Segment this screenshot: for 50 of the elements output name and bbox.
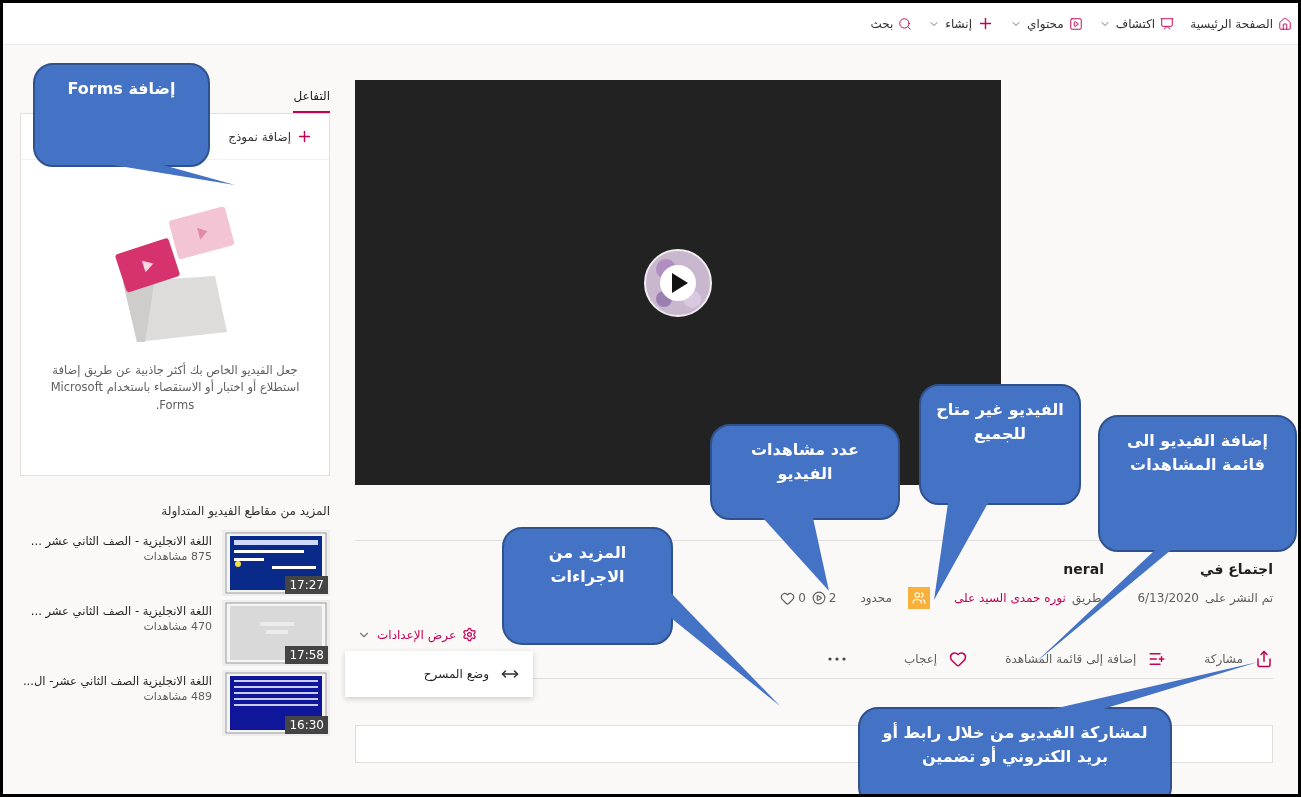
playlist-button[interactable]: إضافة إلى قائمة المشاهدة bbox=[1005, 650, 1167, 668]
more-button[interactable] bbox=[827, 657, 846, 661]
view-count: 875 مشاهدات bbox=[142, 550, 212, 563]
presentation-icon bbox=[1160, 16, 1175, 31]
duration-label: 17:27 bbox=[285, 576, 328, 594]
like-button[interactable]: إعجاب bbox=[903, 650, 968, 668]
video-link[interactable]: اللغة الانجليزية - الصف الثاني عشر ... bbox=[30, 534, 212, 548]
video-link[interactable]: اللغة الانجليزية - الصف الثاني عشر ... bbox=[30, 604, 212, 618]
view-settings-button[interactable]: عرض الإعدادات bbox=[355, 625, 480, 644]
author-link[interactable]: نوره حمدى السيد على bbox=[954, 591, 1066, 605]
plus-icon bbox=[296, 128, 313, 145]
like-count: 0 bbox=[798, 591, 806, 605]
restricted-badge bbox=[908, 587, 931, 609]
add-form-button[interactable]: إضافة نموذج bbox=[222, 127, 319, 146]
video-link[interactable]: اللغة الانجليزية الصف الثاني عشر- ال... bbox=[22, 674, 212, 688]
video-title: neral bbox=[1063, 561, 1104, 577]
search-icon bbox=[898, 16, 913, 31]
video-title: اجتماع في bbox=[1200, 561, 1273, 577]
posted-by-label: طريق bbox=[1071, 591, 1102, 605]
annotation-tooltip: المزيد من الاجراءات bbox=[502, 527, 673, 645]
nav-link[interactable]: محتواي bbox=[1010, 16, 1083, 31]
duration-label: 17:58 bbox=[285, 646, 328, 664]
play-circle-icon bbox=[811, 591, 826, 605]
posted-date: 6/13/2020 bbox=[1137, 591, 1199, 605]
video-icon bbox=[1068, 16, 1083, 31]
duration-label: 16:30 bbox=[285, 716, 328, 734]
nav-link[interactable]: بحث bbox=[870, 16, 913, 31]
annotation-tooltip: إضافة الفيديو الى قائمة المشاهدات bbox=[1098, 415, 1297, 552]
nav-link[interactable]: إنشاء bbox=[928, 15, 994, 32]
annotation-tooltip: الفيديو غير متاح للجميع bbox=[919, 384, 1081, 505]
privacy-label: محدود bbox=[860, 591, 893, 605]
forms-description: جعل الفيديو الخاص بك أكثر جاذبية عن طريق إضافة استطلاع أو اختبار أو الاستقصاء باستخدام Microsoft Forms. bbox=[49, 362, 301, 414]
view-count: 489 مشاهدات bbox=[142, 690, 212, 703]
play-button[interactable] bbox=[644, 248, 712, 317]
share-button[interactable]: مشاركة bbox=[1204, 650, 1273, 668]
settings-icon bbox=[462, 627, 478, 642]
share-icon bbox=[1255, 650, 1273, 668]
more-icon bbox=[827, 657, 846, 661]
view-count: 470 مشاهدات bbox=[142, 620, 212, 633]
home-icon bbox=[1278, 16, 1292, 31]
nav-link[interactable]: اكتشاف bbox=[1098, 16, 1175, 31]
nav-link[interactable]: الصفحة الرئيسية bbox=[1190, 16, 1292, 31]
playlist-add-icon bbox=[1148, 650, 1167, 668]
plus-icon bbox=[977, 15, 994, 32]
view-count: 2 bbox=[828, 591, 837, 605]
posted-label: تم النشر على bbox=[1204, 591, 1273, 605]
menu-item[interactable]: وضع المسرح bbox=[345, 657, 533, 691]
heart-icon bbox=[949, 650, 968, 668]
section-heading: المزيد من مقاطع الفيديو المتداولة bbox=[160, 504, 330, 518]
heart-icon bbox=[780, 590, 796, 606]
